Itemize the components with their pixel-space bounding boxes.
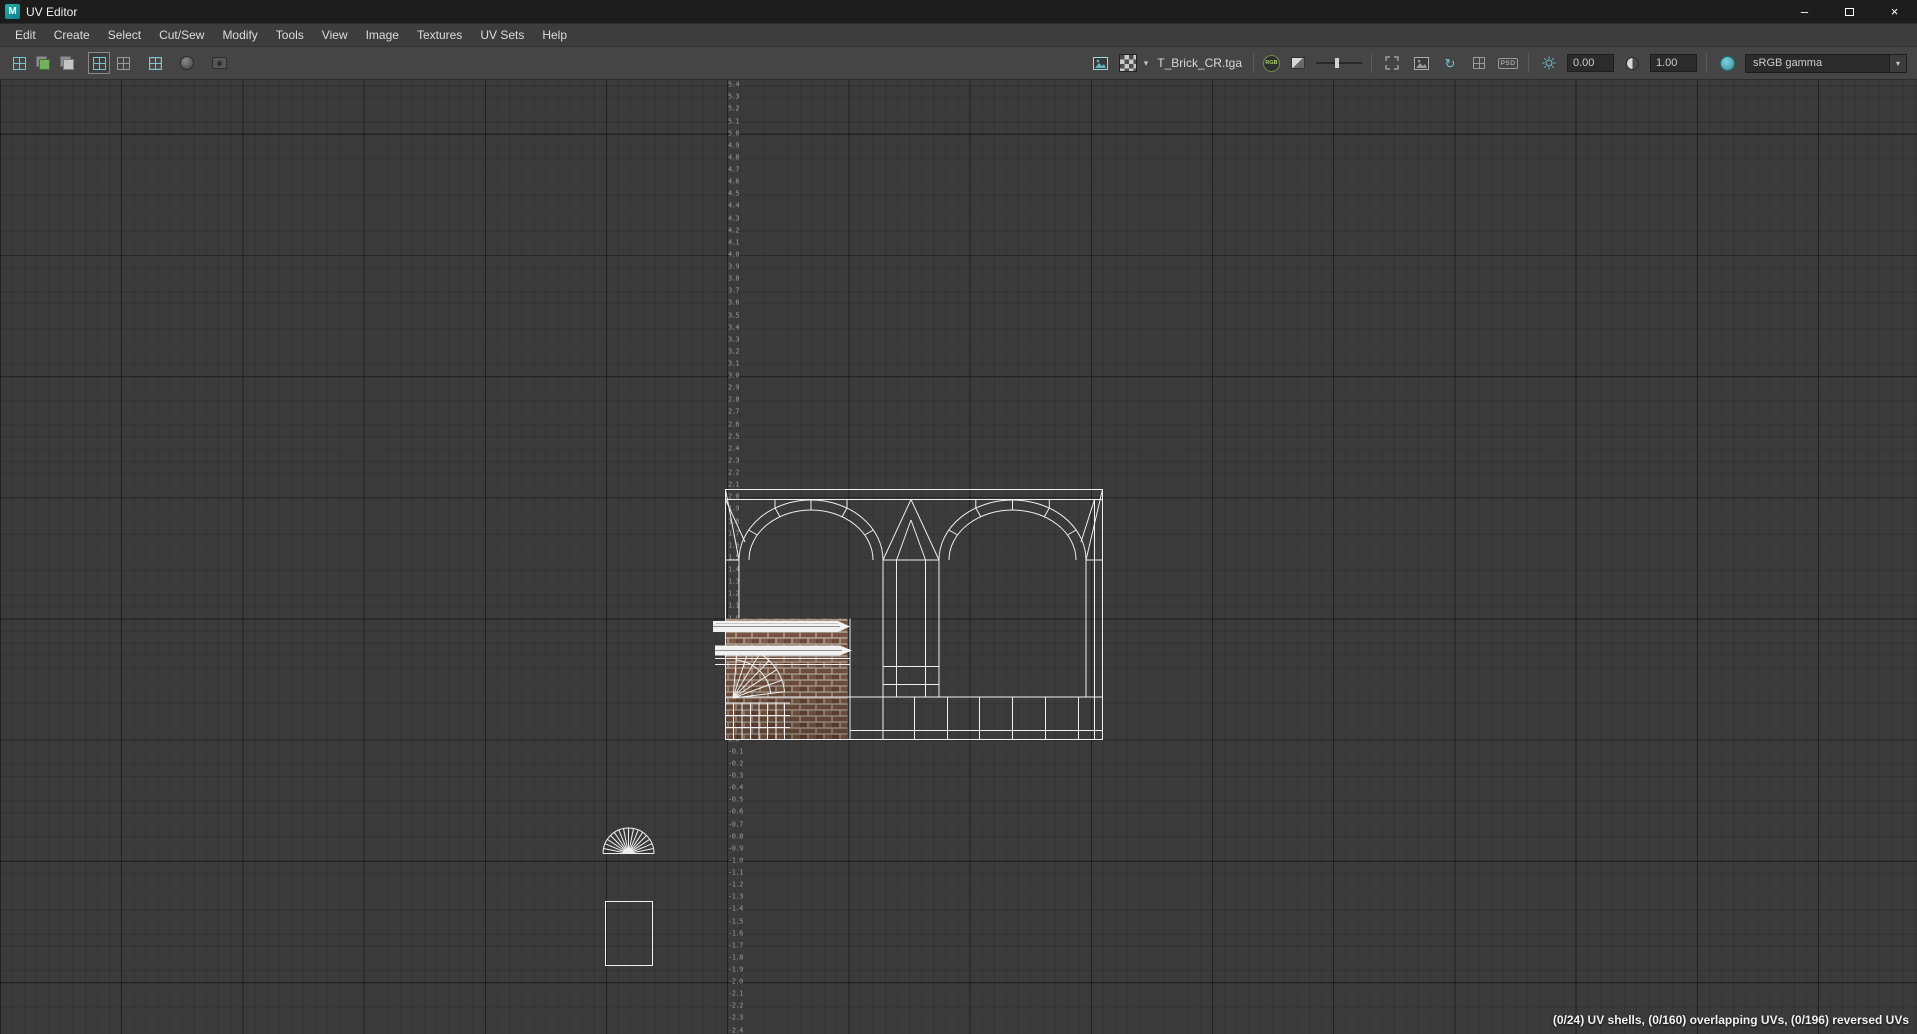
- image-dim-slider[interactable]: [1316, 57, 1362, 69]
- pixel-snap-button[interactable]: [1468, 52, 1490, 74]
- gray-grid-tool-button[interactable]: [112, 52, 134, 74]
- rgb-icon: RGB: [1265, 60, 1277, 66]
- texture-filename: T_Brick_CR.tga: [1157, 56, 1242, 70]
- toolbar-right-cluster: ▾ T_Brick_CR.tga RGB ↻ PSD: [1090, 47, 1907, 79]
- maximize-button[interactable]: [1827, 0, 1872, 23]
- texture-dropdown-chevron-icon[interactable]: ▾: [1144, 58, 1149, 69]
- menu-create[interactable]: Create: [45, 25, 99, 45]
- grid-points-tool-button[interactable]: [144, 52, 166, 74]
- menu-image[interactable]: Image: [357, 25, 408, 45]
- title-bar: M UV Editor – ×: [0, 0, 1917, 23]
- display-rgb-button[interactable]: RGB: [1263, 55, 1280, 72]
- menu-cut-sew[interactable]: Cut/Sew: [150, 25, 213, 45]
- gray-grid-icon: [117, 57, 130, 70]
- stacked-green-squares-icon: [36, 56, 50, 70]
- separator: [1371, 53, 1372, 73]
- exposure-field[interactable]: [1567, 54, 1614, 72]
- psd-button[interactable]: PSD: [1497, 52, 1519, 74]
- maya-app-icon: M: [5, 4, 20, 19]
- gamma-field[interactable]: [1650, 54, 1697, 72]
- menu-tools[interactable]: Tools: [267, 25, 313, 45]
- minimize-button[interactable]: –: [1782, 0, 1827, 23]
- uv-shell-fan[interactable]: [603, 828, 654, 854]
- selected-grid-tool-button[interactable]: [88, 52, 110, 74]
- frame-corners-icon: [1385, 56, 1399, 70]
- uv-canvas[interactable]: 5.45.35.25.15.04.94.84.74.64.54.44.34.24…: [0, 80, 1917, 1034]
- paste-uvs-button[interactable]: [56, 52, 78, 74]
- uv-editor-window: M UV Editor – × Edit Create Select Cut/S…: [0, 0, 1917, 1034]
- slider-handle[interactable]: [1335, 58, 1339, 68]
- stacked-gray-squares-icon: [60, 56, 74, 70]
- refresh-image-button[interactable]: ↻: [1439, 52, 1461, 74]
- gamma-button[interactable]: [1621, 52, 1643, 74]
- separator: [1253, 53, 1254, 73]
- uv-toolbar: ▾ T_Brick_CR.tga RGB ↻ PSD: [0, 47, 1917, 80]
- uv-shell-quad[interactable]: [606, 902, 653, 966]
- status-readout: (0/24) UV shells, (0/160) overlapping UV…: [1553, 1013, 1909, 1027]
- sphere-tool-button[interactable]: [176, 52, 198, 74]
- refresh-icon: ↻: [1445, 57, 1456, 70]
- psd-icon: PSD: [1498, 58, 1519, 69]
- camera-icon: [212, 57, 227, 69]
- view-transform-value: sRGB gamma: [1746, 57, 1889, 69]
- menu-modify[interactable]: Modify: [213, 25, 266, 45]
- menu-uv-sets[interactable]: UV Sets: [471, 25, 533, 45]
- toolbar-group-left-1: [8, 52, 78, 74]
- uv-snapshot-button[interactable]: [208, 52, 230, 74]
- toolbar-group-left-4: [176, 52, 198, 74]
- maximize-icon: [1845, 8, 1854, 16]
- gamma-half-circle-icon: [1626, 57, 1639, 70]
- sphere-icon: [180, 56, 194, 70]
- window-title: UV Editor: [26, 5, 77, 19]
- separator: [1706, 53, 1707, 73]
- menu-textures[interactable]: Textures: [408, 25, 471, 45]
- toolbar-group-left-3: [144, 52, 166, 74]
- frame-all-button[interactable]: [1381, 52, 1403, 74]
- toolbar-group-left-5: [208, 52, 230, 74]
- separator: [1528, 53, 1529, 73]
- view-transform-dropdown[interactable]: sRGB gamma ▾: [1745, 54, 1907, 73]
- alpha-chip-icon: [1291, 57, 1305, 69]
- exposure-sun-icon: [1542, 56, 1556, 70]
- exposure-button[interactable]: [1538, 52, 1560, 74]
- texture-checker-swatch[interactable]: [1119, 54, 1137, 72]
- close-button[interactable]: ×: [1872, 0, 1917, 23]
- chevron-down-icon: ▾: [1889, 55, 1906, 72]
- menu-edit[interactable]: Edit: [6, 25, 45, 45]
- teal-image-icon: [1093, 57, 1108, 70]
- small-grid-icon: [1473, 57, 1485, 69]
- grid-with-points-icon: [149, 57, 162, 70]
- gray-image-icon: [1414, 57, 1429, 70]
- menu-help[interactable]: Help: [533, 25, 576, 45]
- copy-uvs-button[interactable]: [32, 52, 54, 74]
- texture-image-button[interactable]: [1090, 52, 1112, 74]
- window-controls: – ×: [1782, 0, 1917, 23]
- toolbar-group-left-2: [88, 52, 134, 74]
- menu-select[interactable]: Select: [99, 25, 150, 45]
- color-management-button[interactable]: [1716, 52, 1738, 74]
- display-alpha-button[interactable]: [1287, 52, 1309, 74]
- teal-grid-tool-button[interactable]: [8, 52, 30, 74]
- menu-view[interactable]: View: [313, 25, 357, 45]
- color-management-icon: [1720, 56, 1735, 71]
- uv-shells-layer: [0, 80, 1917, 1034]
- menu-bar: Edit Create Select Cut/Sew Modify Tools …: [0, 23, 1917, 47]
- display-image-button[interactable]: [1410, 52, 1432, 74]
- teal-grid-icon: [13, 57, 26, 70]
- teal-grid-framed-icon: [93, 57, 106, 70]
